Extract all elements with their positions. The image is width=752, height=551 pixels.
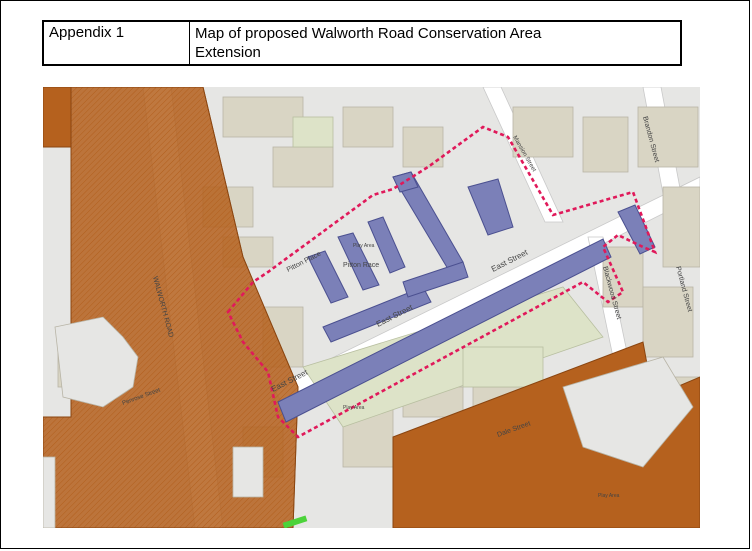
label-play-area-3: Play Area [598,493,620,499]
conservation-area-map: WALWORTH ROAD East Street East Street Ea… [43,87,700,528]
appendix-title-line-2: Extension [195,44,261,61]
appendix-label: Appendix 1 [44,22,190,64]
label-play-area-1: Play Area [353,243,375,249]
label-play-area-2: Play Area [343,405,365,411]
appendix-title: Map of proposed Walworth Road Conservati… [190,22,680,64]
appendix-header-table: Appendix 1 Map of proposed Walworth Road… [42,20,682,66]
appendix-title-line-1: Map of proposed Walworth Road Conservati… [195,25,542,42]
label-pitton-race: Pitton Race [343,262,379,269]
